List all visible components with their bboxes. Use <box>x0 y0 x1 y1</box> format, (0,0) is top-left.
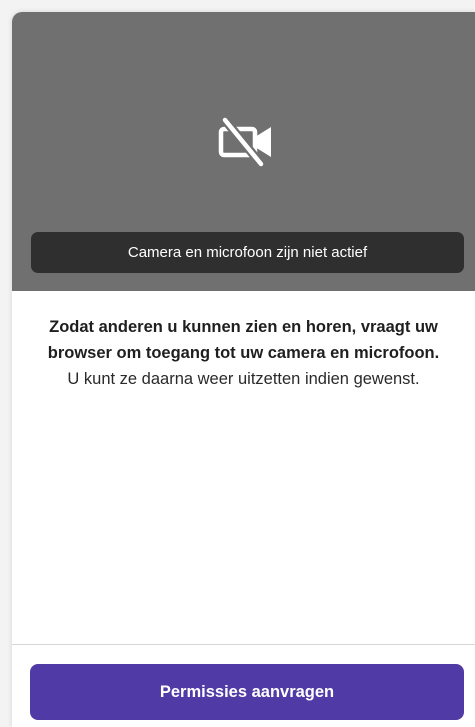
camera-off-icon <box>218 117 271 167</box>
permission-card: Camera en microfoon zijn niet actief Zod… <box>12 12 475 727</box>
camera-status-text: Camera en microfoon zijn niet actief <box>127 244 368 261</box>
permission-note: U kunt ze daarna weer uitzetten indien g… <box>67 370 420 388</box>
permission-message: Zodat anderen u kunnen zien en horen, vr… <box>30 314 457 392</box>
camera-preview: Camera en microfoon zijn niet actief <box>12 12 475 291</box>
divider <box>12 644 475 645</box>
camera-status-banner: Camera en microfoon zijn niet actief <box>31 232 464 273</box>
page: Camera en microfoon zijn niet actief Zod… <box>0 0 475 727</box>
request-permissions-button[interactable]: Permissies aanvragen <box>30 664 464 720</box>
permission-explanation: Zodat anderen u kunnen zien en horen, vr… <box>47 318 440 362</box>
